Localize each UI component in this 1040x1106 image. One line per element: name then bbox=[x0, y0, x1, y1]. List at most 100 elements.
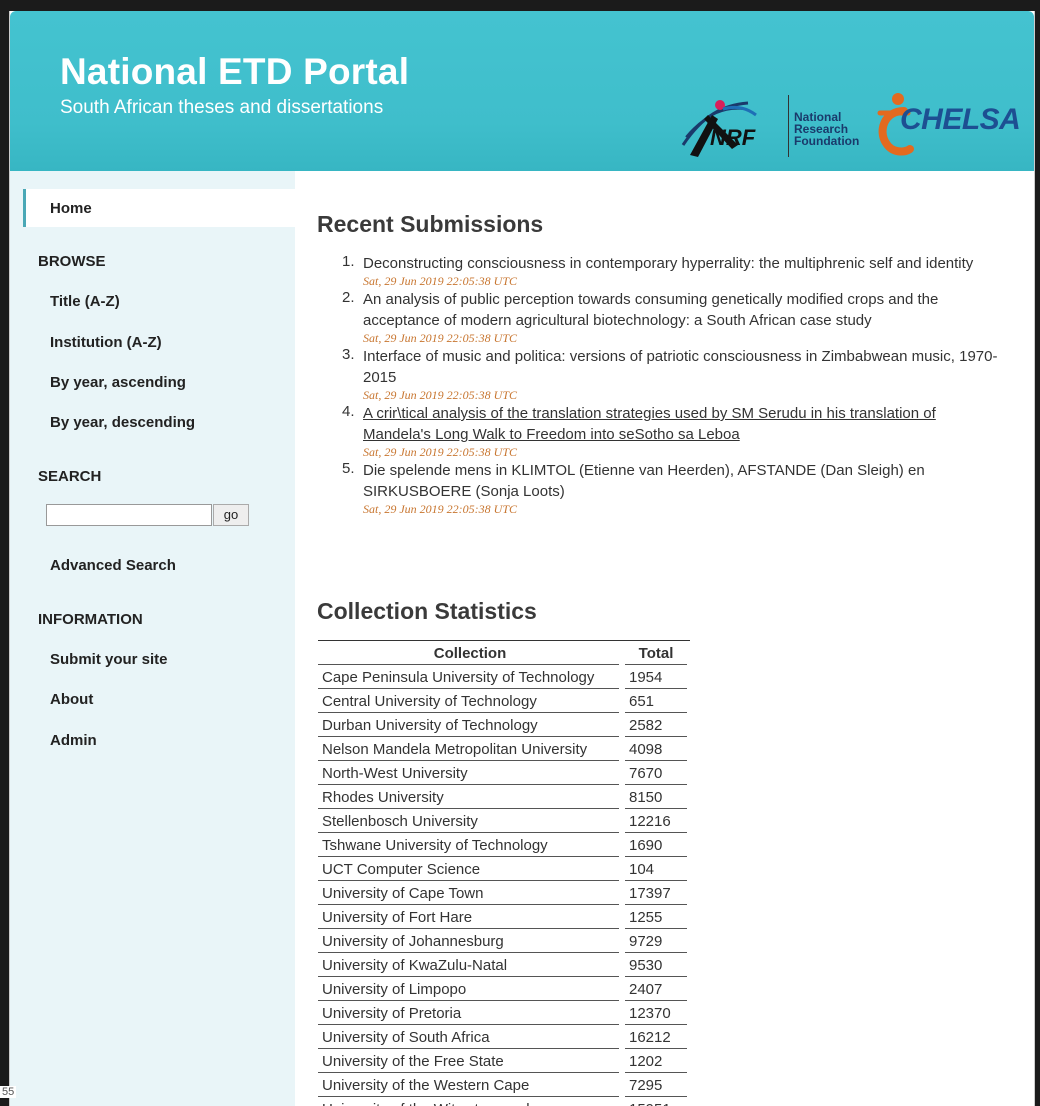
table-row: University of Pretoria 12370 bbox=[318, 1000, 693, 1025]
search-go-button[interactable]: go bbox=[213, 504, 249, 526]
nav-about[interactable]: About bbox=[50, 691, 93, 708]
collection-name: Stellenbosch University bbox=[318, 808, 625, 833]
collection-total: 651 bbox=[622, 688, 693, 713]
search-input[interactable] bbox=[46, 504, 212, 526]
table-row: University of the Western Cape 7295 bbox=[318, 1072, 693, 1097]
collection-total: 2582 bbox=[622, 712, 693, 737]
submission-title-link[interactable]: A crir\tical analysis of the translation… bbox=[363, 403, 1005, 445]
submission-title[interactable]: Interface of music and politica: version… bbox=[363, 346, 1005, 388]
table-row: UCT Computer Science 104 bbox=[318, 856, 693, 881]
item-number: 1. bbox=[342, 253, 355, 270]
site-header: National ETD Portal South African theses… bbox=[10, 11, 1034, 171]
page-frame: National ETD Portal South African theses… bbox=[9, 11, 1035, 1106]
collection-statistics-table: Collection Total Cape Peninsula Universi… bbox=[318, 640, 693, 1106]
item-number: 3. bbox=[342, 346, 355, 363]
collection-name: University of South Africa bbox=[318, 1024, 625, 1049]
browse-heading: BROWSE bbox=[38, 253, 106, 270]
collection-total: 12216 bbox=[622, 808, 693, 833]
nav-home-label[interactable]: Home bbox=[50, 200, 92, 217]
submission-date: Sat, 29 Jun 2019 22:05:38 UTC bbox=[363, 331, 517, 345]
submission-title[interactable]: An analysis of public perception towards… bbox=[363, 289, 1005, 331]
collection-total: 1954 bbox=[622, 664, 693, 689]
nav-browse-institution[interactable]: Institution (A-Z) bbox=[50, 334, 162, 351]
collection-name: University of the Free State bbox=[318, 1048, 625, 1073]
table-row: University of Cape Town 17397 bbox=[318, 880, 693, 905]
nav-browse-year-asc[interactable]: By year, ascending bbox=[50, 374, 186, 391]
collection-total: 8150 bbox=[622, 784, 693, 809]
collection-total: 9729 bbox=[622, 928, 693, 953]
collection-name: Central University of Technology bbox=[318, 688, 625, 713]
submission-date: Sat, 29 Jun 2019 22:05:38 UTC bbox=[363, 388, 517, 402]
list-item: 1. Deconstructing consciousness in conte… bbox=[315, 253, 1005, 289]
collection-name: Rhodes University bbox=[318, 784, 625, 809]
table-row: Stellenbosch University 12216 bbox=[318, 808, 693, 833]
collection-total: 7295 bbox=[622, 1072, 693, 1097]
collection-total: 12370 bbox=[622, 1000, 693, 1025]
table-row: University of South Africa 16212 bbox=[318, 1024, 693, 1049]
search-heading: SEARCH bbox=[38, 468, 102, 485]
table-row: University of the Witwatersrand15951 bbox=[318, 1096, 693, 1106]
collection-name: University of Pretoria bbox=[318, 1000, 625, 1025]
nav-advanced-search[interactable]: Advanced Search bbox=[50, 557, 176, 574]
table-row: University of Limpopo 2407 bbox=[318, 976, 693, 1001]
collection-total: 16212 bbox=[622, 1024, 693, 1049]
list-item: 4. A crir\tical analysis of the translat… bbox=[315, 403, 1005, 460]
nav-submit-site[interactable]: Submit your site bbox=[50, 651, 168, 668]
collection-name: UCT Computer Science bbox=[318, 856, 625, 881]
recent-submissions-heading: Recent Submissions bbox=[317, 211, 544, 237]
nav-home[interactable]: Home bbox=[23, 189, 298, 227]
nav-admin[interactable]: Admin bbox=[50, 732, 97, 749]
table-row: Central University of Technology 651 bbox=[318, 688, 693, 713]
collection-total: 2407 bbox=[622, 976, 693, 1001]
nrf-text: NRF bbox=[710, 125, 756, 150]
corner-label: 55 bbox=[0, 1086, 17, 1098]
nav-browse-year-desc[interactable]: By year, descending bbox=[50, 414, 195, 431]
collection-name: University of KwaZulu-Natal bbox=[318, 952, 625, 977]
site-subtitle: South African theses and dissertations bbox=[60, 97, 384, 118]
table-row: University of Fort Hare 1255 bbox=[318, 904, 693, 929]
item-number: 5. bbox=[342, 460, 355, 477]
collection-name: University of Fort Hare bbox=[318, 904, 625, 929]
logo-divider bbox=[788, 95, 789, 157]
table-row: Durban University of Technology 2582 bbox=[318, 712, 693, 737]
collection-name: University of the Witwatersrand bbox=[318, 1096, 625, 1106]
partner-logos: NRF National Research Foundation CHELSA bbox=[678, 91, 1021, 163]
collection-name: Durban University of Technology bbox=[318, 712, 625, 737]
nrf-subtitle: National Research Foundation bbox=[794, 110, 860, 148]
submission-title[interactable]: Die spelende mens in KLIMTOL (Etienne va… bbox=[363, 460, 1005, 502]
table-row: University of the Free State 1202 bbox=[318, 1048, 693, 1073]
chelsa-text: CHELSA bbox=[900, 103, 1021, 136]
collection-name: North-West University bbox=[318, 760, 625, 785]
collection-total: 17397 bbox=[622, 880, 693, 905]
site-title[interactable]: National ETD Portal bbox=[60, 51, 409, 93]
collection-name: Cape Peninsula University of Technology bbox=[318, 664, 625, 689]
collection-total: 104 bbox=[622, 856, 693, 881]
list-item: 3. Interface of music and politica: vers… bbox=[315, 346, 1005, 403]
sidebar: Home BROWSE Title (A-Z) Institution (A-Z… bbox=[10, 171, 298, 1106]
table-row: Rhodes University 8150 bbox=[318, 784, 693, 809]
collection-name: Tshwane University of Technology bbox=[318, 832, 625, 857]
submission-title[interactable]: Deconstructing consciousness in contempo… bbox=[363, 253, 1005, 274]
collection-name: Nelson Mandela Metropolitan University bbox=[318, 736, 625, 761]
collection-total: 1255 bbox=[622, 904, 693, 929]
table-row: North-West University 7670 bbox=[318, 760, 693, 785]
list-item: 5. Die spelende mens in KLIMTOL (Etienne… bbox=[315, 460, 1005, 517]
item-number: 2. bbox=[342, 289, 355, 306]
collection-name: University of the Western Cape bbox=[318, 1072, 625, 1097]
table-header-row: Collection Total bbox=[318, 640, 690, 665]
table-row: Tshwane University of Technology 1690 bbox=[318, 832, 693, 857]
collection-total: 7670 bbox=[622, 760, 693, 785]
collection-total: 4098 bbox=[622, 736, 693, 761]
column-header-total: Total bbox=[622, 640, 690, 665]
table-row: Nelson Mandela Metropolitan University 40… bbox=[318, 736, 693, 761]
nav-browse-title[interactable]: Title (A-Z) bbox=[50, 293, 120, 310]
submission-date: Sat, 29 Jun 2019 22:05:38 UTC bbox=[363, 274, 517, 288]
collection-statistics-heading: Collection Statistics bbox=[317, 598, 537, 624]
collection-name: University of Johannesburg bbox=[318, 928, 625, 953]
collection-total: 1690 bbox=[622, 832, 693, 857]
column-header-collection: Collection bbox=[318, 640, 622, 665]
collection-name: University of Cape Town bbox=[318, 880, 625, 905]
collection-total: 1202 bbox=[622, 1048, 693, 1073]
table-row: University of KwaZulu-Natal 9530 bbox=[318, 952, 693, 977]
recent-submissions-list: 1. Deconstructing consciousness in conte… bbox=[315, 253, 1005, 517]
